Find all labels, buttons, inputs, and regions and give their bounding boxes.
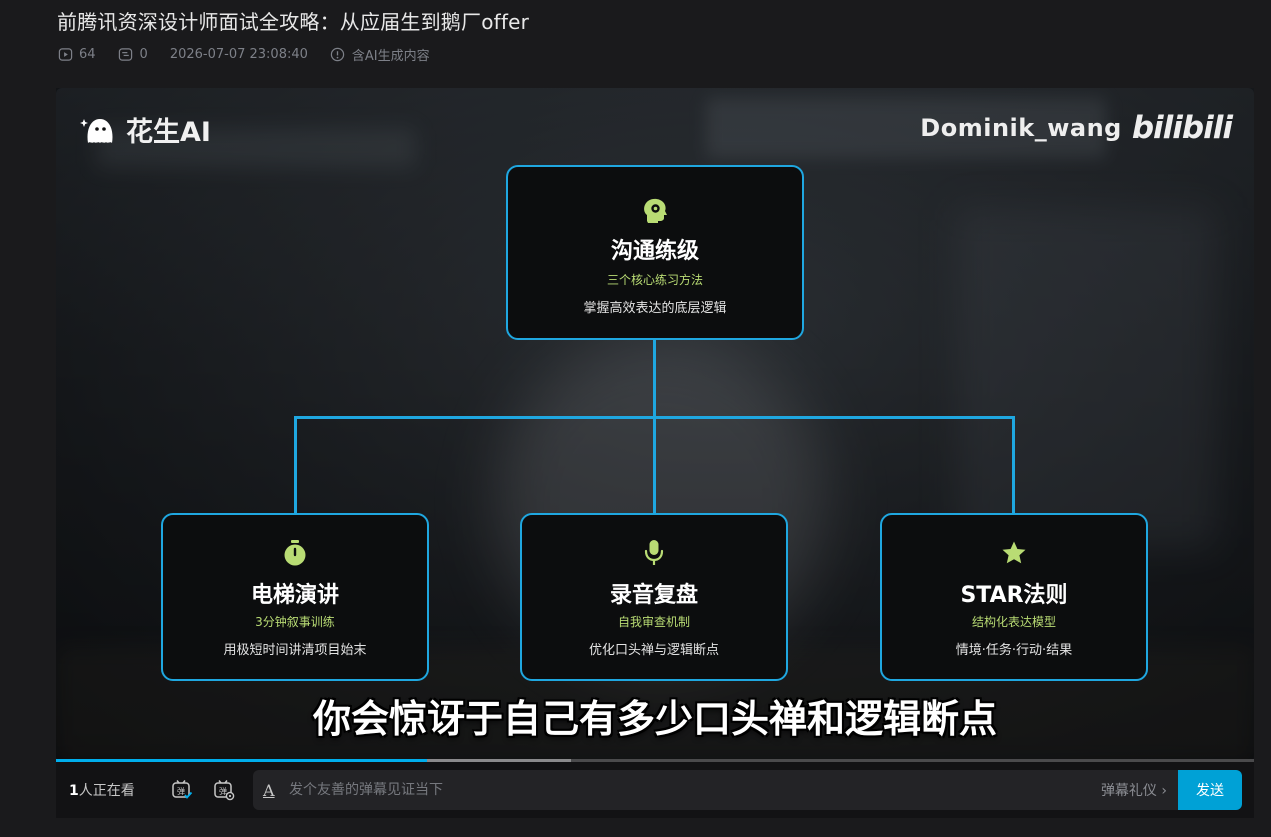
diagram-child-node: 电梯演讲 3分钟叙事训练 用极短时间讲清项目始末 (161, 513, 429, 681)
play-count: 64 (79, 47, 96, 62)
danmaku-count-icon (118, 47, 134, 63)
danmaku-input-box[interactable]: A 弹幕礼仪 › (253, 770, 1179, 810)
danmaku-count: 0 (139, 47, 148, 62)
watermark: Dominik_wang bilibili (920, 110, 1233, 146)
video-player[interactable]: 花生AI Dominik_wang bilibili 沟通练级 三个核心练习方法… (56, 88, 1254, 762)
brand-left-text: 花生AI (126, 117, 211, 148)
danmaku-style-icon[interactable]: A (263, 781, 281, 800)
child-description: 用极短时间讲清项目始末 (223, 643, 367, 658)
publish-datetime: 2026-07-07 23:08:40 (169, 47, 308, 62)
video-meta: 64 0 2026-07-07 23:08:40 含AI生成内容 (57, 45, 430, 64)
viewers-number: 1 (69, 783, 79, 799)
head-gear-icon (508, 195, 802, 225)
video-title: 前腾讯资深设计师面试全攻略：从应届生到鹅厂offer (57, 10, 530, 34)
danmaku-input[interactable] (289, 782, 989, 798)
microphone-icon (522, 539, 786, 567)
video-subtitle: 你会惊讶于自己有多少口头禅和逻辑断点 (312, 697, 997, 741)
danmaku-toggle-icon[interactable]: 弹 (171, 779, 193, 801)
child-title: 录音复盘 (609, 583, 698, 608)
child-title: 电梯演讲 (250, 583, 339, 608)
child-subtitle: 3分钟叙事训练 (255, 615, 335, 629)
root-subtitle: 三个核心练习方法 (606, 273, 703, 287)
connector-mid-down (653, 416, 656, 513)
play-count-icon (57, 47, 73, 63)
diagram-root-node: 沟通练级 三个核心练习方法 掌握高效表达的底层逻辑 (506, 165, 804, 340)
bilibili-logo: bilibili (1131, 110, 1233, 146)
danmaku-bar: 1人正在看 弹 弹 A 弹幕礼仪 › 发送 (56, 762, 1254, 818)
stopwatch-icon (163, 539, 427, 567)
svg-text:弹: 弹 (219, 786, 227, 796)
viewers-count: 1人正在看 (69, 780, 135, 800)
huasheng-ai-logo: 花生AI (80, 110, 211, 149)
child-description: 优化口头禅与逻辑断点 (588, 643, 719, 658)
connector-right-down (1012, 416, 1015, 513)
danmaku-etiquette-link[interactable]: 弹幕礼仪 › (1101, 780, 1167, 800)
root-title: 沟通练级 (610, 239, 699, 264)
child-subtitle: 自我审查机制 (617, 615, 690, 629)
root-description: 掌握高效表达的底层逻辑 (583, 301, 727, 316)
watermark-user: Dominik_wang (920, 114, 1122, 142)
diagram-child-node: STAR法则 结构化表达模型 情境·任务·行动·结果 (880, 513, 1148, 681)
connector-root-down (653, 340, 656, 418)
send-button[interactable]: 发送 (1178, 770, 1242, 810)
child-title: STAR法则 (960, 583, 1068, 608)
viewers-label: 人正在看 (78, 783, 135, 799)
connector-left-down (294, 416, 297, 513)
info-icon (330, 47, 346, 63)
ghost-icon (80, 118, 113, 143)
danmaku-settings-icon[interactable]: 弹 (213, 779, 235, 801)
ai-content-notice: 含AI生成内容 (351, 49, 430, 64)
star-icon (882, 539, 1146, 567)
diagram-child-node: 录音复盘 自我审查机制 优化口头禅与逻辑断点 (520, 513, 788, 681)
svg-text:弹: 弹 (177, 786, 185, 796)
child-subtitle: 结构化表达模型 (971, 615, 1056, 629)
child-description: 情境·任务·行动·结果 (955, 643, 1073, 658)
